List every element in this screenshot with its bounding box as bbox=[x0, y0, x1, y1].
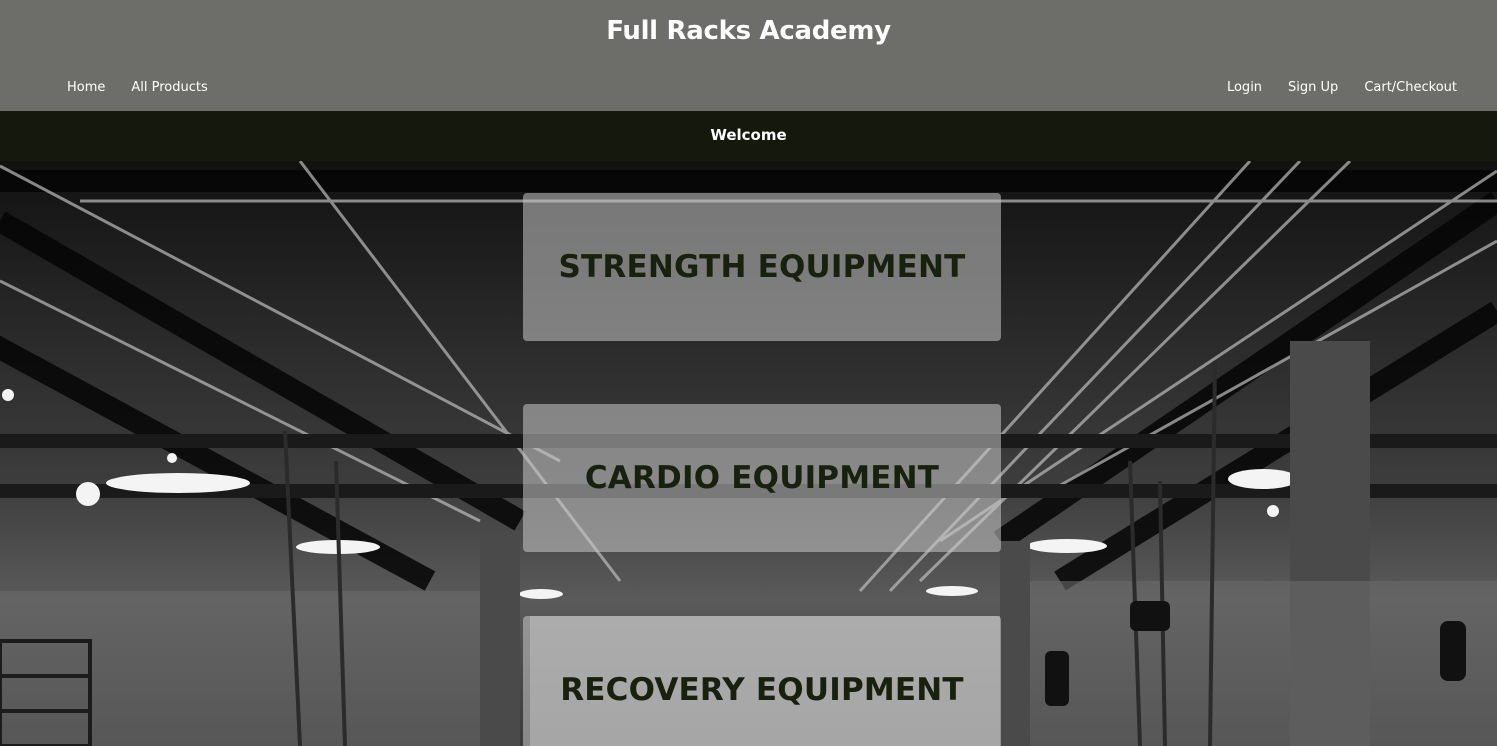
nav-right: Login Sign Up Cart/Checkout bbox=[1227, 80, 1457, 95]
category-label-recovery: RECOVERY EQUIPMENT bbox=[560, 672, 964, 708]
nav-login-link[interactable]: Login bbox=[1227, 80, 1262, 95]
category-card-strength[interactable]: STRENGTH EQUIPMENT bbox=[523, 193, 1001, 341]
category-label-strength: STRENGTH EQUIPMENT bbox=[558, 249, 966, 285]
nav-signup-link[interactable]: Sign Up bbox=[1288, 80, 1338, 95]
category-card-cardio[interactable]: CARDIO EQUIPMENT bbox=[523, 404, 1001, 552]
nav-cart-link[interactable]: Cart/Checkout bbox=[1364, 80, 1457, 95]
nav-home-link[interactable]: Home bbox=[67, 80, 105, 95]
welcome-text: Welcome bbox=[710, 126, 787, 144]
category-label-cardio: CARDIO EQUIPMENT bbox=[584, 460, 940, 496]
category-card-recovery[interactable]: RECOVERY EQUIPMENT bbox=[523, 616, 1001, 746]
site-header: Full Racks Academy Home All Products Log… bbox=[0, 0, 1497, 111]
nav-all-products-link[interactable]: All Products bbox=[131, 80, 207, 95]
nav-left: Home All Products bbox=[67, 80, 208, 95]
site-title[interactable]: Full Racks Academy bbox=[0, 16, 1497, 46]
